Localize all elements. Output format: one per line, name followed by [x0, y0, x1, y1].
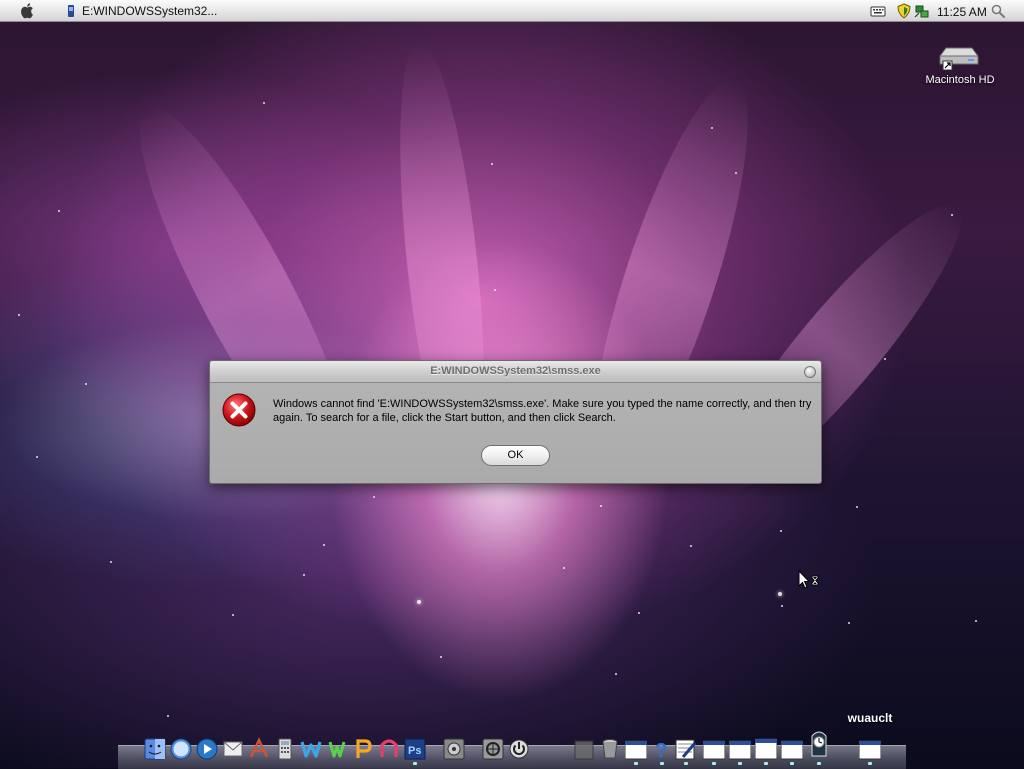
- star: [36, 456, 38, 458]
- star: [494, 289, 496, 291]
- window-icon[interactable]: [703, 737, 725, 761]
- star: [440, 656, 442, 658]
- star: [615, 673, 617, 675]
- star: [417, 600, 421, 604]
- star: [110, 561, 112, 563]
- running-indicator: [413, 762, 417, 765]
- media-player-icon[interactable]: [196, 737, 218, 761]
- window-icon[interactable]: [781, 737, 803, 761]
- star: [711, 127, 713, 129]
- star: [735, 172, 737, 174]
- network-icon[interactable]: [914, 3, 930, 19]
- running-indicator: [684, 762, 688, 765]
- clock-icon[interactable]: [808, 728, 830, 758]
- desktop-icon-label: Macintosh HD: [925, 74, 995, 86]
- star: [373, 496, 375, 498]
- power-icon[interactable]: [508, 737, 530, 761]
- calculator-icon[interactable]: [274, 737, 296, 761]
- running-indicator: [712, 762, 716, 765]
- hard-drive-icon[interactable]: [938, 42, 980, 72]
- star: [690, 545, 692, 547]
- notepad-icon[interactable]: [675, 737, 697, 761]
- dock-hover-label: wuauclt: [847, 711, 893, 725]
- security-shield-icon[interactable]: [896, 3, 912, 19]
- photoshop-icon[interactable]: Ps: [404, 737, 426, 761]
- task-window-icon: [66, 4, 76, 18]
- star: [491, 163, 493, 165]
- help-icon[interactable]: ?: [651, 737, 673, 761]
- running-indicator: [660, 762, 664, 765]
- apple-menu-icon[interactable]: [20, 2, 36, 19]
- running-indicator: [738, 762, 742, 765]
- window-icon[interactable]: [625, 737, 647, 761]
- app-p-icon[interactable]: [352, 737, 374, 761]
- dialog-title: E:WINDOWSSystem32\smss.exe: [430, 365, 601, 377]
- system-preferences-icon[interactable]: [443, 737, 465, 761]
- star: [856, 506, 858, 508]
- star: [951, 214, 953, 216]
- safari-icon[interactable]: [170, 737, 192, 761]
- window-icon[interactable]: [755, 737, 777, 761]
- spotlight-search-icon[interactable]: [990, 3, 1006, 19]
- menu-clock[interactable]: 11:25 AM: [937, 5, 987, 19]
- star: [780, 530, 782, 532]
- star: [263, 102, 265, 104]
- star: [563, 567, 565, 569]
- svg-text:?: ?: [655, 740, 667, 761]
- app-n-icon[interactable]: [378, 737, 400, 761]
- star: [167, 715, 169, 717]
- error-dialog: E:WINDOWSSystem32\smss.exe Windows canno…: [209, 360, 822, 484]
- window-icon[interactable]: [859, 737, 881, 761]
- mail-icon[interactable]: [222, 737, 244, 761]
- star: [884, 358, 886, 360]
- running-indicator: [790, 762, 794, 765]
- menu-bar: E:WINDOWSSystem32... 11:25 AM: [0, 0, 1024, 22]
- keyboard-icon[interactable]: [870, 3, 886, 19]
- app-i-icon[interactable]: [326, 737, 348, 761]
- ok-button[interactable]: OK: [481, 445, 550, 466]
- star: [58, 210, 60, 212]
- text-editor-icon[interactable]: [248, 737, 270, 761]
- finder-icon[interactable]: [144, 737, 166, 761]
- star: [232, 614, 234, 616]
- star: [18, 314, 20, 316]
- running-indicator: [868, 762, 872, 765]
- dialog-message: Windows cannot find 'E:WINDOWSSystem32\s…: [273, 398, 812, 424]
- close-button[interactable]: [804, 366, 816, 378]
- running-indicator: [634, 762, 638, 765]
- bin-icon[interactable]: [573, 737, 595, 761]
- star: [323, 544, 325, 546]
- running-indicator: [817, 762, 821, 765]
- star: [638, 612, 640, 614]
- star: [781, 605, 783, 607]
- busy-cursor-icon: [798, 569, 822, 592]
- app-w-icon[interactable]: [300, 737, 322, 761]
- dialog-title-bar[interactable]: E:WINDOWSSystem32\smss.exe: [210, 361, 821, 383]
- star: [975, 620, 977, 622]
- error-icon: [222, 393, 256, 427]
- star: [778, 592, 782, 596]
- star: [600, 505, 602, 507]
- star: [85, 383, 87, 385]
- window-icon[interactable]: [729, 737, 751, 761]
- star: [848, 622, 850, 624]
- active-task-title[interactable]: E:WINDOWSSystem32...: [82, 4, 217, 18]
- utility-icon[interactable]: [482, 737, 504, 761]
- star: [303, 574, 305, 576]
- trash-icon[interactable]: [599, 737, 621, 761]
- svg-text:Ps: Ps: [408, 745, 421, 757]
- running-indicator: [764, 762, 768, 765]
